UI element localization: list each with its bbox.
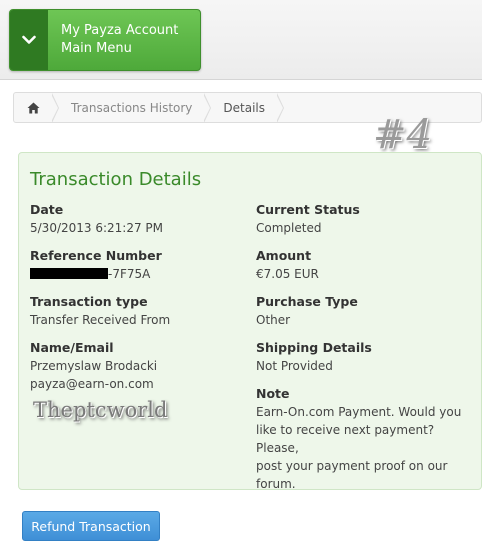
amount-label: Amount [256, 248, 312, 263]
chevron-down-icon [10, 10, 48, 70]
date-label: Date [30, 202, 64, 217]
transaction-details-panel: Transaction Details Date 5/30/2013 6:21:… [18, 152, 482, 493]
main-menu-title: My Payza Account [61, 23, 179, 38]
type-label: Transaction type [30, 294, 148, 309]
purchase-field: Purchase Type Other [256, 293, 358, 329]
shipping-field: Shipping Details Not Provided [256, 339, 372, 375]
purchase-value: Other [256, 313, 291, 327]
reference-value: -7F75A [30, 265, 162, 283]
shipping-value: Not Provided [256, 359, 333, 373]
panel-title: Transaction Details [30, 169, 202, 190]
refund-transaction-button[interactable]: Refund Transaction [22, 511, 160, 541]
payer-name: Przemyslaw Brodacki [30, 359, 158, 373]
note-line: Earn-On.com Payment. Would you [256, 405, 462, 419]
breadcrumb-separator [51, 92, 59, 123]
signature-watermark: Theptcworld [33, 398, 168, 422]
shipping-label: Shipping Details [256, 340, 372, 355]
status-field: Current Status Completed [256, 201, 360, 237]
payer-email: payza@earn-on.com [30, 377, 154, 391]
name-email-label: Name/Email [30, 340, 114, 355]
breadcrumb-transactions-history[interactable]: Transactions History [59, 93, 204, 122]
home-icon [27, 102, 39, 113]
breadcrumb-home[interactable] [14, 93, 52, 122]
reference-label: Reference Number [30, 248, 162, 263]
note-line: forum. [256, 477, 296, 491]
note-label: Note [256, 386, 290, 401]
status-label: Current Status [256, 202, 360, 217]
note-line: post your payment proof on our [256, 459, 448, 473]
note-line: like to receive next payment? Please, [256, 423, 435, 455]
breadcrumb-separator [203, 92, 212, 123]
name-email-field: Name/Email Przemyslaw Brodacki payza@ear… [30, 339, 157, 393]
status-value: Completed [256, 221, 322, 235]
main-menu-subtitle: Main Menu [61, 41, 132, 56]
note-field: Note Earn-On.com Payment. Would you like… [256, 385, 478, 493]
breadcrumb-details: Details [223, 100, 266, 115]
date-value: 5/30/2013 6:21:27 PM [30, 221, 164, 235]
top-bar: My Payza Account Main Menu [0, 0, 482, 80]
date-field: Date 5/30/2013 6:21:27 PM [30, 201, 163, 237]
main-menu-label: My Payza Account Main Menu [48, 22, 178, 58]
purchase-label: Purchase Type [256, 294, 358, 309]
reference-field: Reference Number -7F75A [30, 247, 162, 283]
type-value: Transfer Received From [30, 313, 171, 327]
amount-field: Amount €7.05 EUR [256, 247, 319, 283]
reference-suffix: -7F75A [108, 267, 151, 281]
main-menu-button[interactable]: My Payza Account Main Menu [9, 9, 201, 71]
type-field: Transaction type Transfer Received From [30, 293, 170, 329]
amount-value: €7.05 EUR [256, 267, 319, 281]
breadcrumb-separator [276, 92, 285, 123]
redaction-bar [30, 268, 108, 279]
